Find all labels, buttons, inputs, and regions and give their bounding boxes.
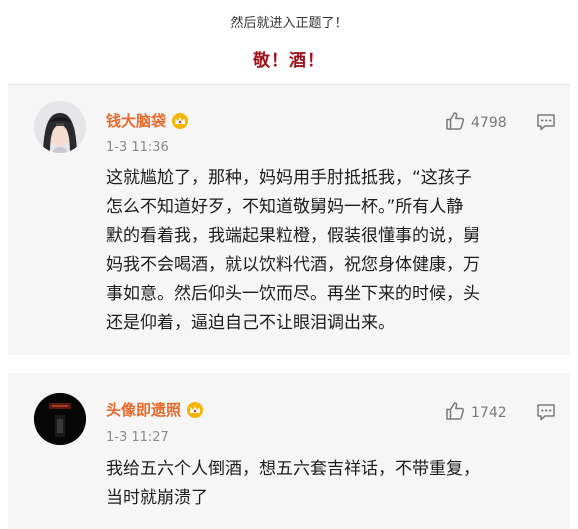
section-title: 敬！酒！ <box>253 51 325 71</box>
username[interactable]: 钱大脑袋 <box>106 110 189 131</box>
comment-line: 事如意。然后仰头一饮而尽。再坐下来的时候，头 <box>106 284 480 304</box>
comment-line: 当时就崩溃了 <box>106 488 208 508</box>
like-button[interactable]: 4798 <box>445 111 507 135</box>
username[interactable]: 头像即遗照 <box>106 399 204 420</box>
avatar-image <box>34 393 86 445</box>
comment-separator <box>8 355 570 373</box>
comment-line: 我给五六个人倒酒，想五六套吉祥话，不带重复， <box>106 459 480 479</box>
caption-text: 然后就进入正题了！ <box>230 16 348 31</box>
comment-reply-icon[interactable] <box>536 113 556 135</box>
comment-item: 钱大脑袋 1-3 11:36 4798 这就尴尬了，那种，妈妈用手肘抵抵我，“这… <box>8 85 570 355</box>
comment-line: 默的看着我，我端起果粒橙，假装很懂事的说，舅 <box>106 226 480 246</box>
like-button[interactable]: 1742 <box>445 401 507 425</box>
comment-line: 妈我不会喝酒，就以饮料代酒，祝您身体健康，万 <box>106 255 480 275</box>
like-count: 4798 <box>471 115 507 131</box>
comment-list: 钱大脑袋 1-3 11:36 4798 这就尴尬了，那种，妈妈用手肘抵抵我，“这… <box>8 85 570 529</box>
comment-timestamp: 1-3 11:27 <box>106 430 169 445</box>
avatar[interactable] <box>34 393 86 445</box>
comment-item: 头像即遗照 1-3 11:27 1742 我给五六个人倒酒，想五六套吉祥话，不带… <box>8 373 570 529</box>
comment-line: 还是仰着，逼迫自己不让眼泪调出来。 <box>106 313 395 333</box>
username-text[interactable]: 头像即遗照 <box>106 399 181 420</box>
username-text[interactable]: 钱大脑袋 <box>106 110 166 131</box>
like-count: 1742 <box>471 405 507 421</box>
thumbs-up-icon <box>445 401 465 425</box>
comment-timestamp: 1-3 11:36 <box>106 140 169 155</box>
comment-line: 这就尴尬了，那种，妈妈用手肘抵抵我，“这孩子 <box>106 168 472 188</box>
crown-badge-icon <box>186 401 204 418</box>
avatar[interactable] <box>34 101 86 153</box>
thumbs-up-icon <box>445 111 465 135</box>
comment-text: 我给五六个人倒酒，想五六套吉祥话，不带重复， 当时就崩溃了 <box>106 455 546 513</box>
comment-reply-icon[interactable] <box>536 403 556 425</box>
avatar-image <box>34 101 86 153</box>
comment-line: 怎么不知道好歹，不知道敬舅妈一杯。”所有人静 <box>106 197 464 217</box>
crown-badge-icon <box>171 112 189 129</box>
comment-text: 这就尴尬了，那种，妈妈用手肘抵抵我，“这孩子 怎么不知道好歹，不知道敬舅妈一杯。… <box>106 164 546 338</box>
